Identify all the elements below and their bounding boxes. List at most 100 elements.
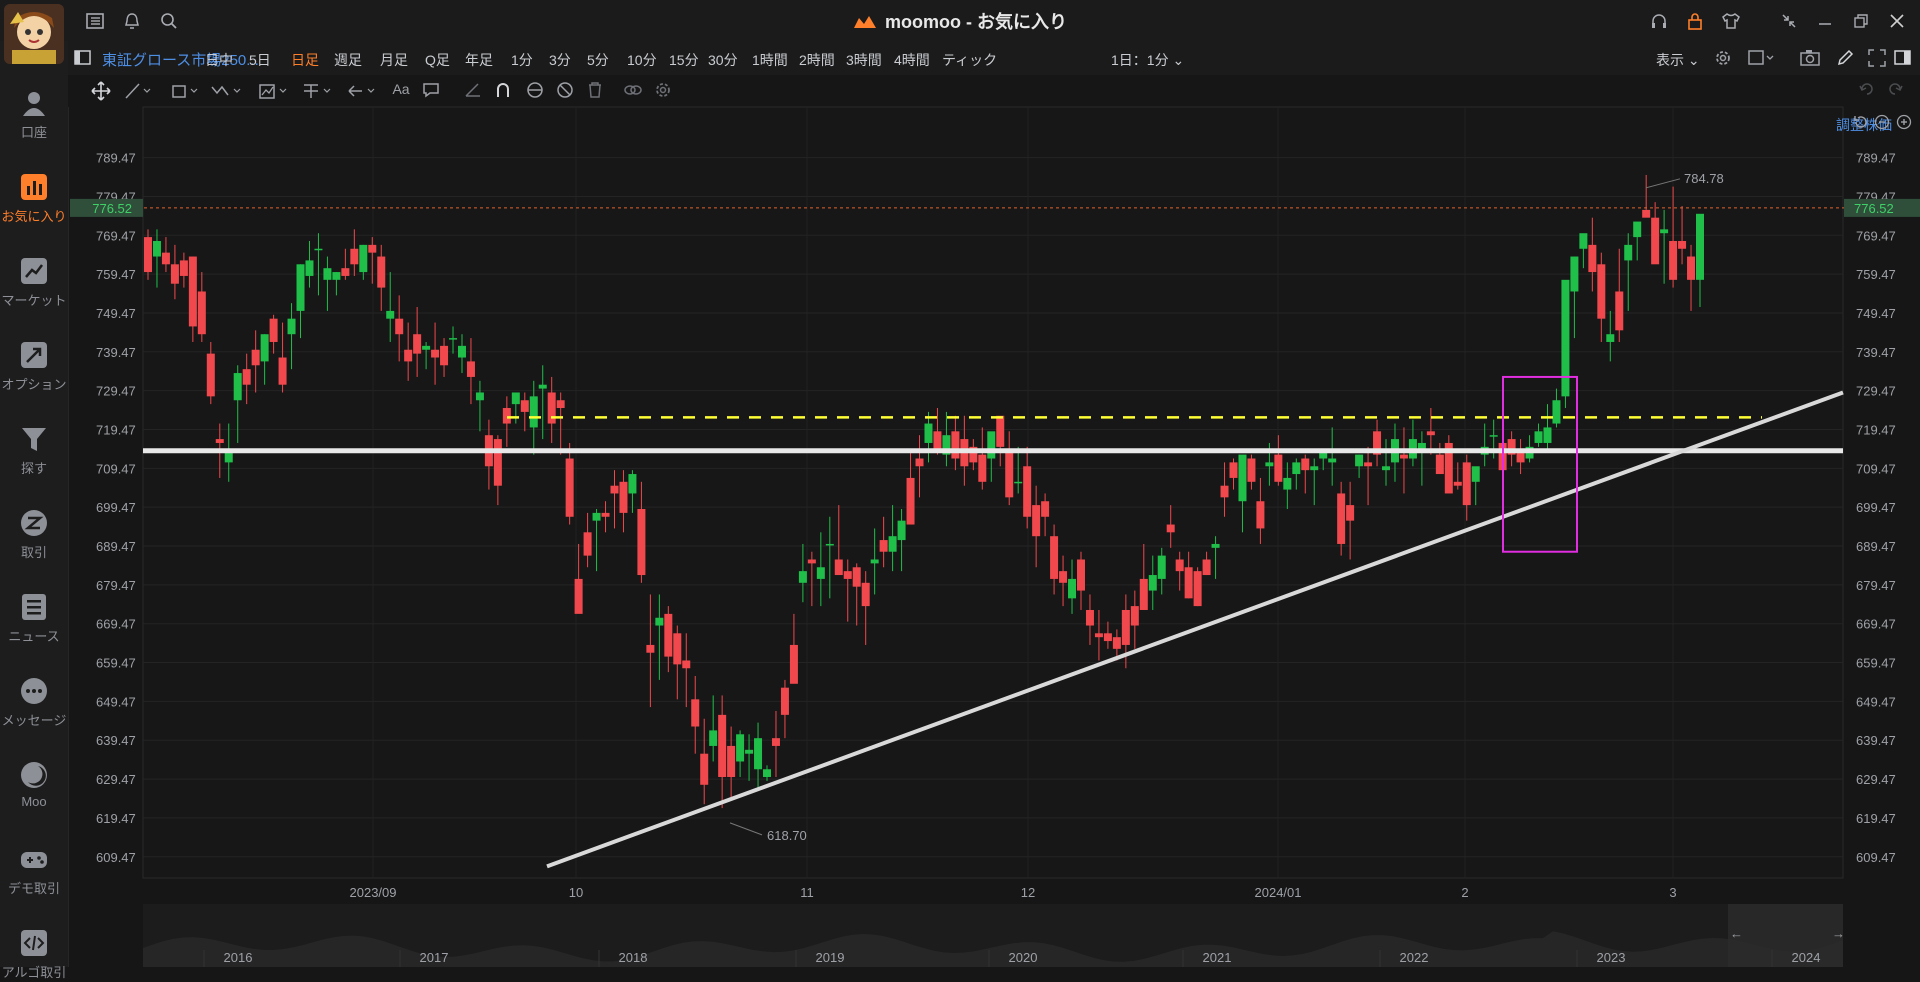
candle-body [422, 345, 431, 350]
y-tick-label-right: 689.47 [1856, 539, 1896, 554]
candle-body [1453, 481, 1462, 486]
candle-body [1426, 431, 1435, 436]
price-chart[interactable]: 789.47 789.47779.47 779.47769.47 769.47759.… [0, 0, 1920, 967]
candle-body [1534, 431, 1543, 443]
x-tick-label: 12 [1021, 885, 1035, 900]
candle-body [1624, 244, 1633, 261]
candle-body [1597, 264, 1606, 319]
candle-body [1157, 555, 1166, 579]
candle-body [278, 357, 287, 385]
timeline-left-handle-icon[interactable]: ← [1730, 926, 1743, 941]
candle-body [924, 423, 933, 443]
candle-body [386, 310, 395, 319]
timeline-year-label: 2022 [1400, 950, 1429, 965]
y-tick-label-left: 699.47 [96, 500, 136, 515]
candle-body [1184, 567, 1193, 599]
candle-body [933, 431, 942, 451]
candle-body [1121, 609, 1130, 645]
candle-body [1552, 400, 1561, 424]
candle-body [915, 458, 924, 467]
y-tick-label-left: 689.47 [96, 539, 136, 554]
candle-body [565, 458, 574, 517]
candle-body [368, 244, 377, 253]
reset-zoom-icon[interactable] [1852, 114, 1868, 133]
timeline-year-label: 2018 [619, 950, 648, 965]
candle-body [1023, 466, 1032, 517]
candle-body [1094, 633, 1103, 638]
y-tick-label-right: 769.47 [1856, 228, 1896, 243]
candle-body [475, 392, 484, 401]
candle-body [1678, 240, 1687, 249]
x-tick-label: 2 [1461, 885, 1468, 900]
user-avatar[interactable] [4, 4, 64, 64]
candle-body [440, 345, 449, 366]
candle-body [350, 248, 359, 265]
candle-body [1068, 578, 1077, 599]
x-tick-label: 10 [569, 885, 583, 900]
candle-body [996, 415, 1005, 447]
candle-body [188, 256, 197, 327]
last-price-label-left: 776.52 [92, 201, 132, 216]
y-tick-label-right: 659.47 [1856, 656, 1896, 671]
y-tick-label-left: 709.47 [96, 461, 136, 476]
candle-body [1014, 481, 1023, 484]
candle-body [457, 345, 466, 358]
candle-body [1166, 524, 1175, 533]
y-tick-label-right: 759.47 [1856, 267, 1896, 282]
timeline-right-handle-icon[interactable]: → [1832, 926, 1845, 941]
candle-body [1247, 458, 1256, 482]
candle-body [538, 384, 547, 389]
candle-body [870, 559, 879, 564]
candle-body [1651, 217, 1660, 265]
y-tick-label-left: 629.47 [96, 772, 136, 787]
candle-body [682, 660, 691, 669]
candle-body [287, 318, 296, 335]
y-tick-label-right: 709.47 [1856, 461, 1896, 476]
y-tick-label-right: 789.47 [1856, 151, 1896, 166]
candle-body [529, 396, 538, 428]
candle-body [1435, 454, 1444, 475]
candle-body [1103, 633, 1112, 642]
y-tick-label-left: 639.47 [96, 733, 136, 748]
candle-body [718, 714, 727, 778]
candle-body [431, 349, 440, 358]
candle-body [1355, 454, 1364, 467]
candle-body [1256, 501, 1265, 529]
y-tick-label-right: 619.47 [1856, 811, 1896, 826]
candle-body [377, 256, 386, 288]
y-tick-label-right: 699.47 [1856, 500, 1896, 515]
candle-body [1399, 454, 1408, 459]
y-tick-label-left: 769.47 [96, 228, 136, 243]
zoom-in-icon[interactable] [1896, 114, 1912, 133]
candle-body [1229, 462, 1238, 478]
candle-body [825, 543, 834, 546]
y-tick-label-left: 609.47 [96, 850, 136, 865]
candle-body [601, 512, 610, 517]
timeline-window[interactable] [1728, 904, 1843, 967]
y-tick-label-right: 729.47 [1856, 384, 1896, 399]
candle-body [493, 439, 502, 486]
zoom-out-icon[interactable] [1874, 114, 1890, 133]
low-label: 618.70 [767, 828, 807, 843]
y-tick-label-left: 729.47 [96, 384, 136, 399]
y-tick-label-right: 629.47 [1856, 772, 1896, 787]
candle-body [1301, 458, 1310, 471]
candle-body [233, 373, 242, 401]
candle-body [655, 617, 664, 626]
y-tick-label-left: 669.47 [96, 617, 136, 632]
candle-body [888, 536, 897, 552]
candle-body [1148, 575, 1157, 591]
candle-body [179, 260, 188, 276]
candle-body [673, 633, 682, 665]
y-tick-label-left: 749.47 [96, 306, 136, 321]
candle-body [843, 571, 852, 579]
high-label: 784.78 [1684, 171, 1724, 186]
timeline-year-label: 2023 [1597, 950, 1626, 965]
candle-body [1471, 466, 1480, 482]
candle-body [305, 260, 314, 276]
candle-body [1202, 559, 1211, 576]
candle-body [170, 264, 179, 284]
x-tick-label: 2023/09 [350, 885, 397, 900]
candle-body [1328, 458, 1337, 463]
candle-body [144, 237, 152, 273]
